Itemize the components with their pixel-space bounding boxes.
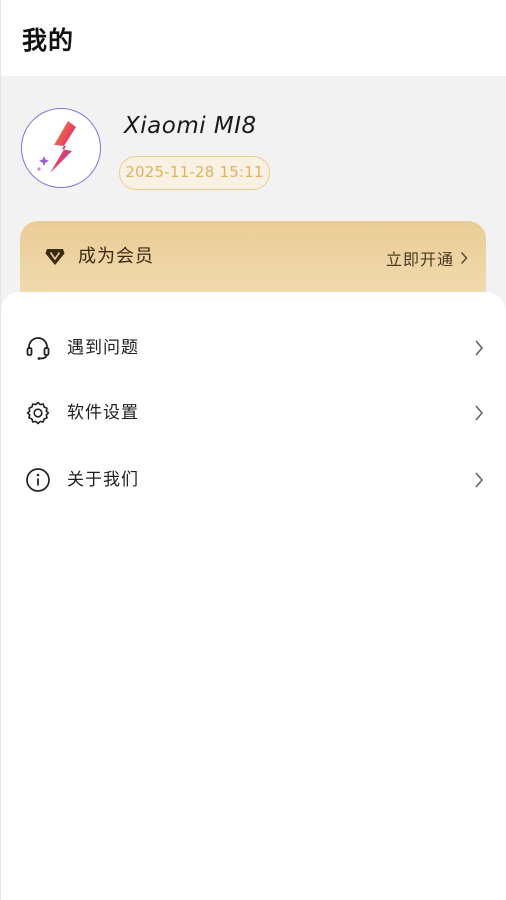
diamond-icon xyxy=(45,249,65,265)
device-name: Xiaomi MI8 xyxy=(124,113,257,139)
gear-icon xyxy=(26,401,50,425)
window-edge xyxy=(0,0,1,900)
lightning-logo-icon xyxy=(37,121,76,173)
menu-item-about[interactable]: 关于我们 xyxy=(0,452,506,508)
timestamp-badge: 2025-11-28 15:11 xyxy=(119,156,270,190)
menu-item-label: 关于我们 xyxy=(67,470,139,490)
chevron-right-icon xyxy=(475,405,484,421)
headset-icon xyxy=(26,337,50,360)
menu-item-label: 遇到问题 xyxy=(67,338,139,358)
activate-now-label: 立即开通 xyxy=(385,250,454,269)
chevron-right-icon xyxy=(475,472,484,488)
avatar[interactable] xyxy=(21,108,101,188)
activate-now-button[interactable]: 立即开通 xyxy=(386,247,468,269)
info-icon xyxy=(26,468,50,492)
menu-item-label: 软件设置 xyxy=(67,403,139,423)
chevron-right-icon xyxy=(460,251,468,265)
menu-item-problems[interactable]: 遇到问题 xyxy=(0,320,506,376)
vip-label: 成为会员 xyxy=(78,246,154,267)
app-header: 我的 xyxy=(0,0,506,76)
chevron-right-icon xyxy=(475,340,484,356)
menu-item-settings[interactable]: 软件设置 xyxy=(0,385,506,441)
page-title: 我的 xyxy=(22,26,75,55)
menu-sheet: 遇到问题 软件设置 关于我们 xyxy=(0,292,506,900)
